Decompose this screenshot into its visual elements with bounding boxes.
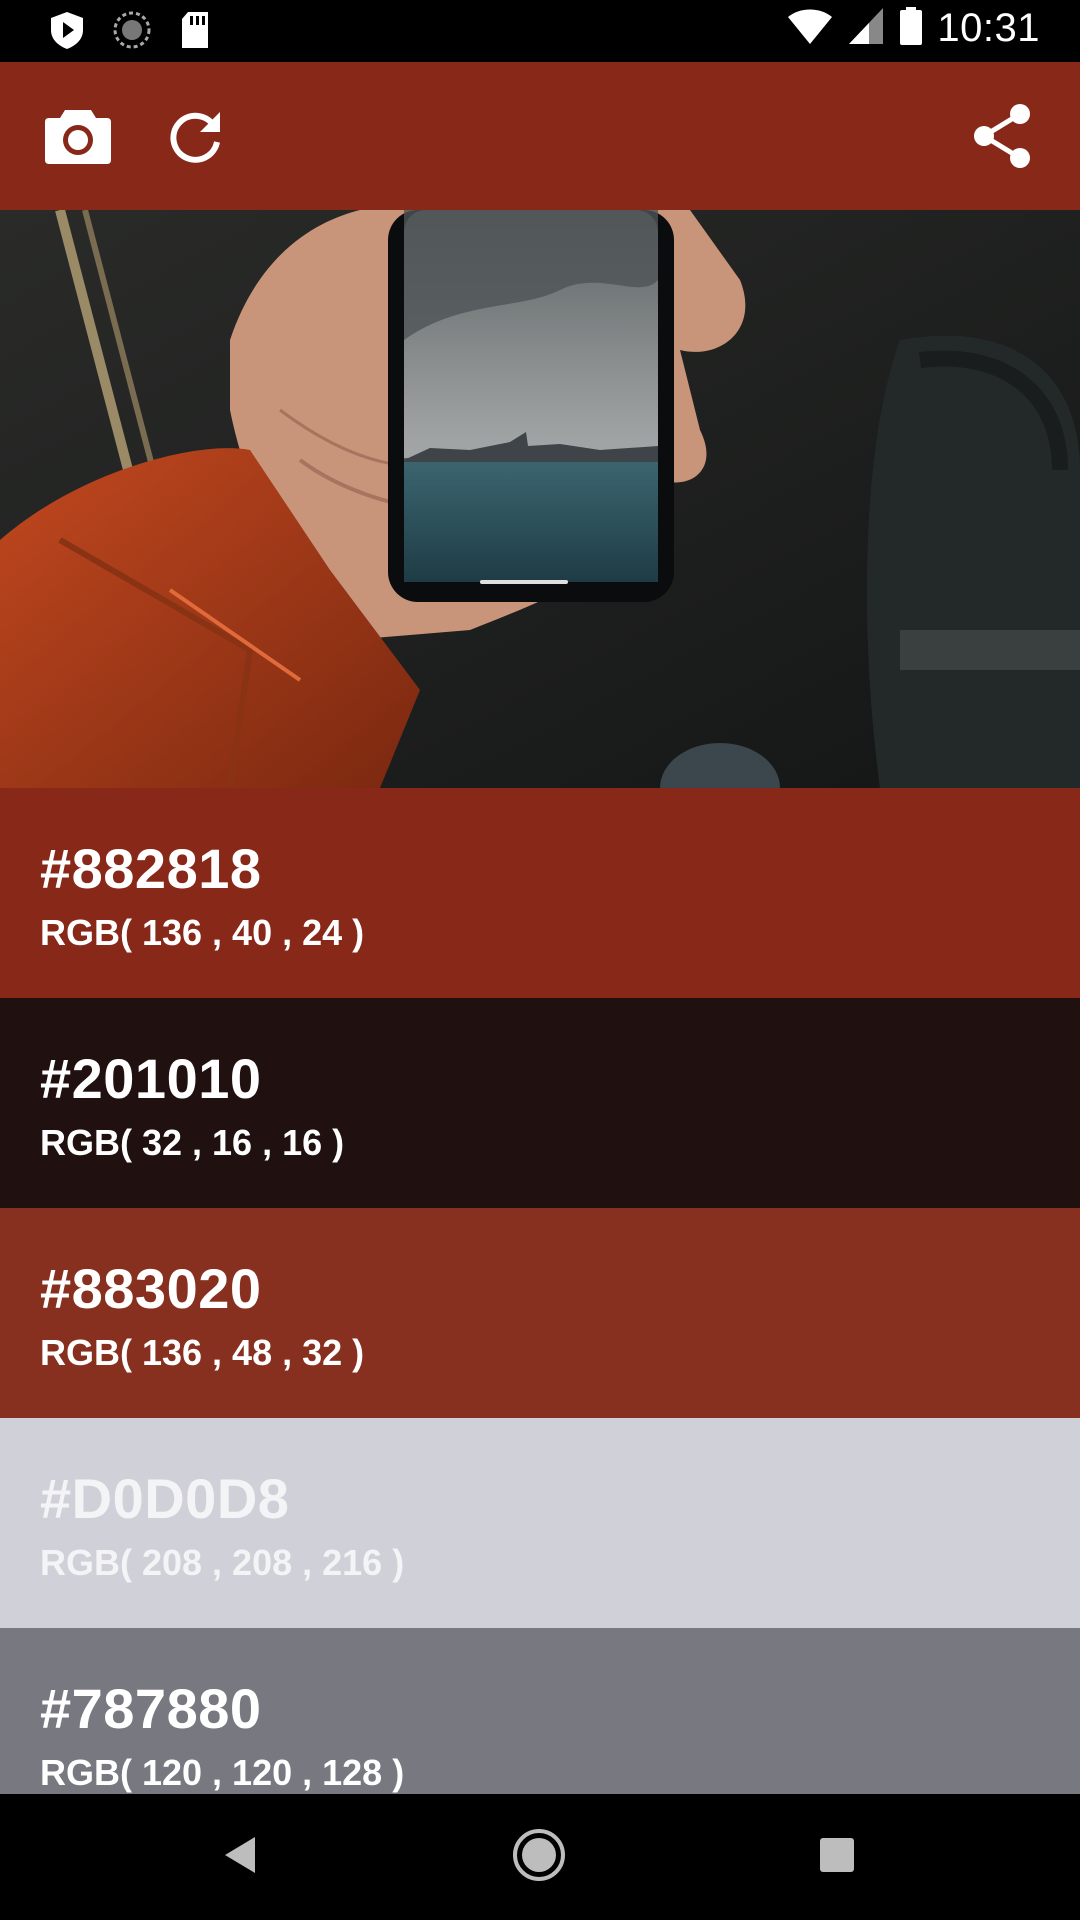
nav-home-button[interactable] — [506, 1824, 572, 1890]
swatch-hex: #201010 — [40, 1047, 262, 1110]
swatch-item[interactable]: #787880 RGB( 120 , 120 , 128 ) — [0, 1628, 1080, 1794]
swatch-item[interactable]: #201010 RGB( 32 , 16 , 16 ) — [0, 998, 1080, 1208]
swatch-rgb: RGB( 136 , 48 , 32 ) — [40, 1332, 365, 1373]
share-button[interactable] — [962, 98, 1042, 178]
nav-back-button[interactable] — [208, 1824, 274, 1890]
share-icon — [970, 102, 1034, 175]
toolbar — [0, 62, 1080, 210]
back-icon — [221, 1833, 261, 1882]
swatch-hex: #882818 — [40, 837, 262, 900]
swatch-item[interactable]: #882818 RGB( 136 , 40 , 24 ) — [0, 788, 1080, 998]
status-time: 10:31 — [937, 6, 1040, 50]
swatch-item[interactable]: #D0D0D8 RGB( 208 , 208 , 216 ) — [0, 1418, 1080, 1628]
sd-card-icon — [178, 10, 212, 55]
recents-icon — [817, 1835, 857, 1880]
refresh-icon — [166, 106, 226, 171]
swatch-hex: #787880 — [40, 1677, 262, 1740]
nav-recents-button[interactable] — [804, 1824, 870, 1890]
refresh-button[interactable] — [156, 98, 236, 178]
swatch-rgb: RGB( 208 , 208 , 216 ) — [40, 1542, 405, 1583]
sync-icon — [112, 10, 152, 55]
signal-icon — [847, 6, 885, 51]
battery-icon — [899, 6, 923, 51]
home-icon — [511, 1827, 567, 1888]
camera-button[interactable] — [38, 98, 118, 178]
swatch-list: #882818 RGB( 136 , 40 , 24 ) #201010 RGB… — [0, 788, 1080, 1794]
swatch-hex: #D0D0D8 — [40, 1467, 290, 1530]
status-bar: 10:31 — [0, 0, 1080, 62]
source-photo — [0, 210, 1080, 788]
swatch-item[interactable]: #883020 RGB( 136 , 48 , 32 ) — [0, 1208, 1080, 1418]
wifi-icon — [787, 6, 833, 51]
swatch-rgb: RGB( 120 , 120 , 128 ) — [40, 1752, 405, 1793]
play-protect-icon — [48, 10, 86, 55]
system-nav-bar — [0, 1794, 1080, 1920]
swatch-hex: #883020 — [40, 1257, 262, 1320]
swatch-rgb: RGB( 32 , 16 , 16 ) — [40, 1122, 345, 1163]
swatch-rgb: RGB( 136 , 40 , 24 ) — [40, 912, 365, 953]
camera-icon — [43, 106, 113, 171]
